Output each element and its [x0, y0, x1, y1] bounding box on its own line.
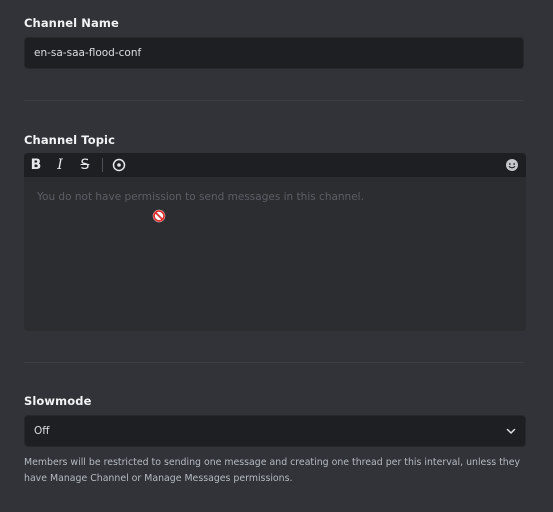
- italic-button[interactable]: I: [50, 155, 70, 175]
- strikethrough-button[interactable]: S: [75, 155, 95, 175]
- channel-settings-overview: Channel Name en-sa-saa-flood-conf Channe…: [0, 0, 553, 512]
- permission-placeholder: You do not have permission to send messa…: [37, 191, 364, 203]
- channel-topic-textarea[interactable]: You do not have permission to send messa…: [24, 177, 526, 331]
- eye-icon: [112, 158, 126, 172]
- emoji-icon: [506, 159, 518, 171]
- slowmode-help-text: Members will be restricted to sending on…: [24, 457, 521, 484]
- divider: [24, 100, 524, 101]
- channel-name-input[interactable]: en-sa-saa-flood-conf: [24, 37, 524, 69]
- channel-topic-label: Channel Topic: [24, 133, 116, 147]
- channel-name-label: Channel Name: [24, 16, 119, 30]
- spoiler-button[interactable]: [109, 155, 129, 175]
- bold-button[interactable]: B: [26, 155, 46, 175]
- divider: [24, 362, 524, 363]
- toolbar-separator: [102, 158, 103, 172]
- strikethrough-icon: S: [80, 157, 90, 173]
- bold-icon: B: [30, 157, 42, 173]
- no-entry-cursor-icon: [152, 209, 166, 223]
- slowmode-label: Slowmode: [24, 394, 92, 408]
- slowmode-select[interactable]: Off: [24, 415, 526, 447]
- italic-icon: I: [57, 157, 63, 173]
- chevron-down-icon: [506, 428, 516, 434]
- emoji-button[interactable]: [502, 155, 522, 175]
- formatting-toolbar: B I S: [24, 153, 526, 177]
- channel-topic-editor: B I S You do not have permission to send…: [24, 153, 526, 331]
- slowmode-selected-value: Off: [34, 425, 50, 437]
